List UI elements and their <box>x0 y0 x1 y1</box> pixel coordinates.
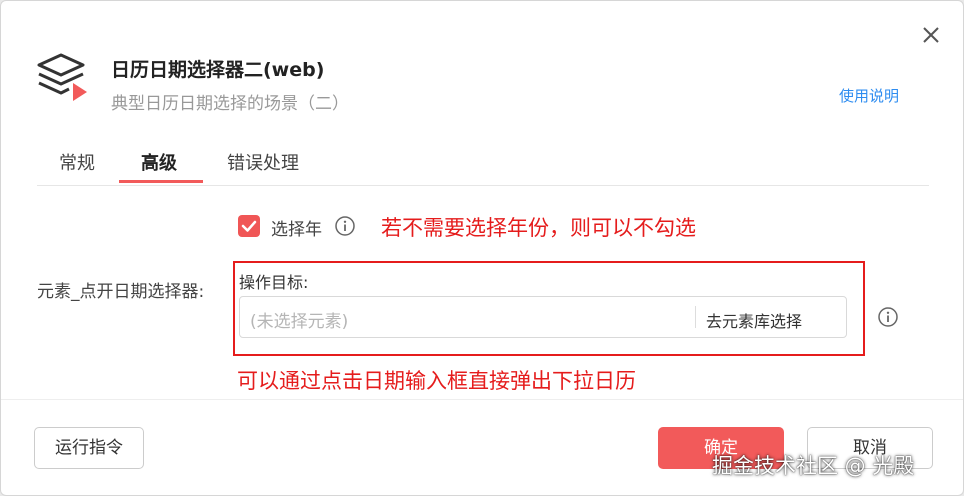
info-icon[interactable] <box>334 215 356 237</box>
input-divider <box>695 306 696 328</box>
select-year-checkbox[interactable] <box>238 215 260 237</box>
info-icon[interactable] <box>877 306 899 328</box>
element-library-select-button[interactable]: 去元素库选择 <box>706 308 802 332</box>
stack-play-icon <box>35 51 93 105</box>
tab-bar: 常规 高级 错误处理 <box>37 139 929 186</box>
element-target-input[interactable]: (未选择元素) 去元素库选择 <box>239 296 847 338</box>
close-icon <box>923 27 939 43</box>
dialog: 日历日期选择器二(web) 典型日历日期选择的场景（二） 使用说明 常规 高级 … <box>0 0 964 496</box>
footer-divider <box>1 399 963 400</box>
tab-advanced[interactable]: 高级 <box>141 149 177 175</box>
select-year-label: 选择年 <box>271 220 322 240</box>
watermark: 掘金技术社区 @ 光殿 <box>712 454 915 478</box>
help-link[interactable]: 使用说明 <box>839 85 899 106</box>
tab-error-handling[interactable]: 错误处理 <box>227 149 299 175</box>
element-field-label: 元素_点开日期选择器: <box>37 282 205 302</box>
target-label: 操作目标: <box>239 273 309 292</box>
tab-general[interactable]: 常规 <box>59 149 95 175</box>
dialog-title: 日历日期选择器二(web) <box>111 59 325 81</box>
close-button[interactable] <box>917 21 945 49</box>
select-year-annotation: 若不需要选择年份，则可以不勾选 <box>381 216 696 240</box>
active-tab-indicator <box>119 180 203 183</box>
run-command-button[interactable]: 运行指令 <box>34 427 144 469</box>
dialog-subtitle: 典型日历日期选择的场景（二） <box>111 94 349 114</box>
check-icon <box>241 220 257 232</box>
element-field-annotation: 可以通过点击日期输入框直接弹出下拉日历 <box>237 369 636 393</box>
target-placeholder: (未选择元素) <box>250 312 349 332</box>
